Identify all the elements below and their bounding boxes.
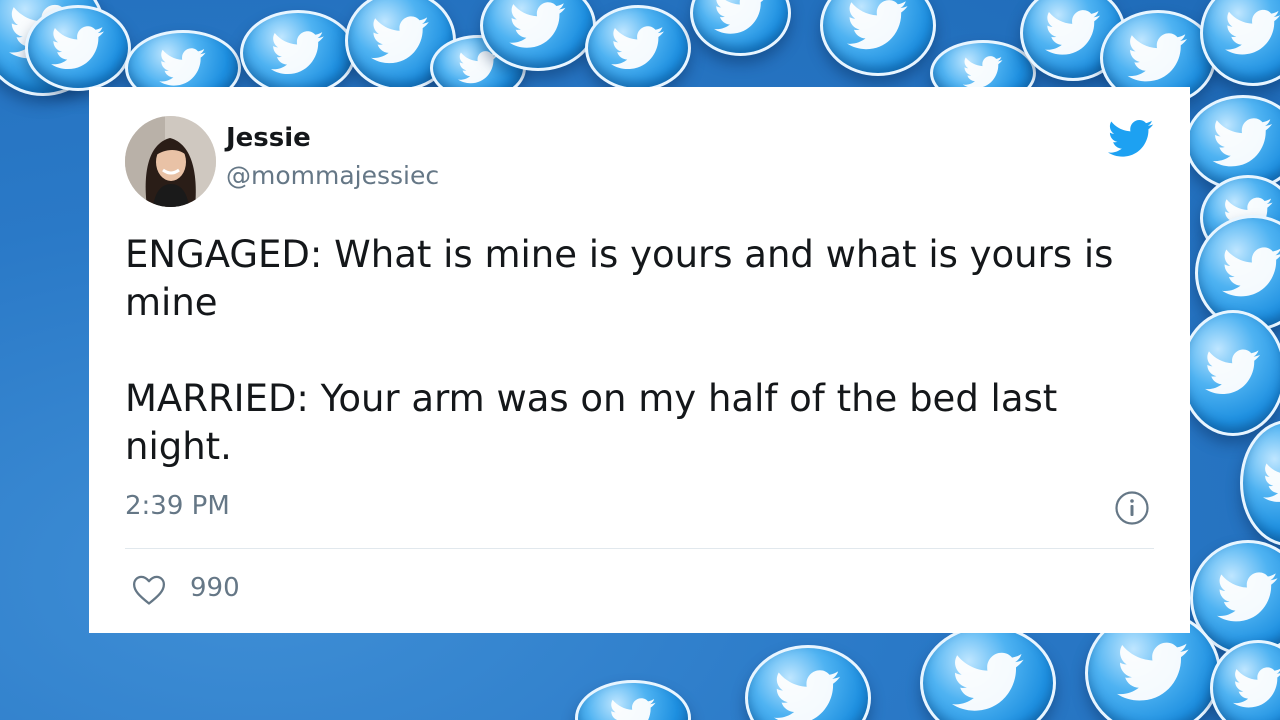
- background-badge: [575, 680, 691, 720]
- background-badge: [820, 0, 936, 76]
- background-badge: [585, 5, 691, 91]
- background-badge: [1210, 640, 1280, 720]
- like-count: 990: [190, 573, 240, 603]
- tweet-card: Jessie @mommajessiec ENGAGED: What is mi…: [89, 87, 1190, 633]
- background-badge: [690, 0, 791, 56]
- twitter-bird-icon[interactable]: [1108, 119, 1154, 159]
- background-badge: [1180, 310, 1280, 436]
- tweet-timestamp[interactable]: 2:39 PM: [125, 491, 230, 521]
- tweet-text: ENGAGED: What is mine is yours and what …: [125, 233, 1114, 468]
- background-badge: [920, 625, 1056, 720]
- background-badge: [745, 645, 871, 720]
- author-display-name[interactable]: Jessie: [226, 123, 311, 153]
- avatar[interactable]: [125, 116, 216, 207]
- divider: [125, 548, 1154, 549]
- background-badge: [1240, 420, 1280, 546]
- author-handle[interactable]: @mommajessiec: [226, 161, 439, 190]
- background-badge: [25, 5, 131, 91]
- avatar-photo: [125, 116, 216, 207]
- heart-icon[interactable]: [132, 574, 166, 606]
- background-badge: [240, 10, 356, 96]
- info-icon[interactable]: [1114, 490, 1150, 526]
